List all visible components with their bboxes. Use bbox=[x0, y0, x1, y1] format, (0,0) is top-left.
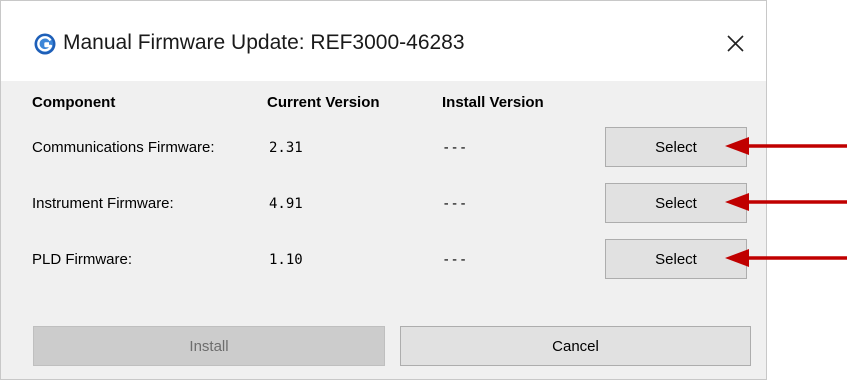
install-version-value: --- bbox=[442, 140, 468, 156]
current-version-value: 4.91 bbox=[269, 196, 303, 212]
install-version-value: --- bbox=[442, 252, 468, 268]
column-header-current-version: Current Version bbox=[267, 94, 380, 111]
firmware-update-dialog: Manual Firmware Update: REF3000-46283 Co… bbox=[0, 0, 767, 380]
component-label: Communications Firmware: bbox=[32, 139, 215, 156]
arrow-left-icon bbox=[725, 193, 847, 211]
current-version-value: 1.10 bbox=[269, 252, 303, 268]
current-version-value: 2.31 bbox=[269, 140, 303, 156]
arrow-left-icon bbox=[725, 249, 847, 267]
arrow-left-icon bbox=[725, 137, 847, 155]
cancel-button[interactable]: Cancel bbox=[400, 326, 751, 366]
app-logo-icon bbox=[34, 33, 56, 55]
install-version-value: --- bbox=[442, 196, 468, 212]
column-header-install-version: Install Version bbox=[442, 94, 544, 111]
column-header-component: Component bbox=[32, 94, 116, 111]
install-button[interactable]: Install bbox=[33, 326, 385, 366]
window-title: Manual Firmware Update: REF3000-46283 bbox=[63, 31, 465, 54]
component-label: PLD Firmware: bbox=[32, 251, 133, 268]
component-label: Instrument Firmware: bbox=[32, 195, 174, 212]
close-icon[interactable] bbox=[720, 29, 750, 59]
title-bar: Manual Firmware Update: REF3000-46283 bbox=[1, 1, 766, 81]
